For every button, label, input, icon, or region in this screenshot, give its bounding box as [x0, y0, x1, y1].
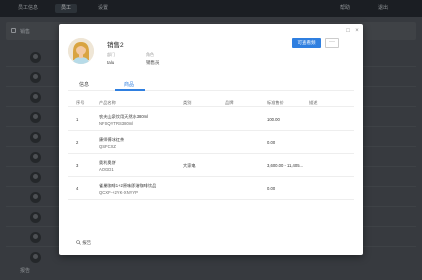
column-header-no: 序号 — [76, 100, 85, 105]
tab-products[interactable]: 商品 — [124, 81, 134, 88]
product-price: 0.00 — [267, 186, 276, 191]
row-number: 1 — [76, 117, 79, 122]
close-icon[interactable]: × — [354, 28, 360, 34]
report-link[interactable]: 报告 — [76, 240, 91, 246]
product-code: QSFCXZ — [99, 144, 116, 149]
row-number: 2 — [76, 140, 79, 145]
table-row[interactable]: 1 农夫山泉饮用天然水380ml NFSQYTRS380ml 100.00 — [68, 108, 354, 131]
column-header-description: 描述 — [309, 100, 318, 105]
table-row[interactable]: 3 奥利奥饼 AOGD1 大家电 3,600.00 - 11,405... — [68, 154, 354, 177]
product-name: 康师傅冰红茶 — [99, 137, 125, 142]
primary-action-button[interactable]: 可查看频 — [292, 38, 321, 48]
role-value: 销售员 — [146, 60, 160, 65]
more-actions-button[interactable]: ··· — [325, 38, 339, 48]
role-label: 角色 — [146, 52, 154, 57]
employee-detail-dialog: □ × 销售2 部门 talu 角色 销售员 可查看频 ··· 信息 商品 序号… — [59, 24, 363, 255]
avatar — [68, 38, 94, 64]
column-header-brand: 品牌 — [225, 100, 234, 105]
product-price: 0.00 — [267, 140, 276, 145]
product-code: QCXF-+2YK-XNYYP — [99, 190, 138, 195]
department-value: talu — [107, 60, 115, 65]
product-price: 3,600.00 - 11,405... — [267, 163, 304, 168]
search-icon — [76, 240, 81, 245]
detail-tabs: 信息 商品 — [68, 79, 354, 91]
product-name: 农夫山泉饮用天然水380ml — [99, 114, 149, 119]
row-number: 4 — [76, 186, 79, 191]
table-row[interactable]: 2 康师傅冰红茶 QSFCXZ 0.00 — [68, 131, 354, 154]
table-header: 序号 产品名称 类别 品牌 标准售价 描述 — [68, 97, 354, 107]
product-name: 雀巢咖啡1+2原味即溶咖啡饮品 — [99, 183, 157, 188]
column-header-name: 产品名称 — [99, 100, 116, 105]
active-tab-indicator — [115, 89, 145, 91]
tab-info[interactable]: 信息 — [79, 81, 89, 88]
product-name: 奥利奥饼 — [99, 160, 116, 165]
table-row[interactable]: 4 雀巢咖啡1+2原味即溶咖啡饮品 QCXF-+2YK-XNYYP 0.00 — [68, 177, 354, 200]
report-label: 报告 — [82, 240, 92, 245]
expand-icon[interactable]: □ — [345, 28, 351, 34]
product-price: 100.00 — [267, 117, 280, 122]
product-code: AOGD1 — [99, 167, 114, 172]
column-header-price: 标准售价 — [267, 100, 284, 105]
employee-name: 销售2 — [107, 42, 124, 49]
row-number: 3 — [76, 163, 79, 168]
product-code: NFSQYTRS380ml — [99, 121, 134, 126]
profile-avatar-icon — [68, 38, 94, 64]
column-header-category: 类别 — [183, 100, 192, 105]
department-label: 部门 — [107, 52, 115, 57]
product-category: 大家电 — [183, 163, 196, 168]
